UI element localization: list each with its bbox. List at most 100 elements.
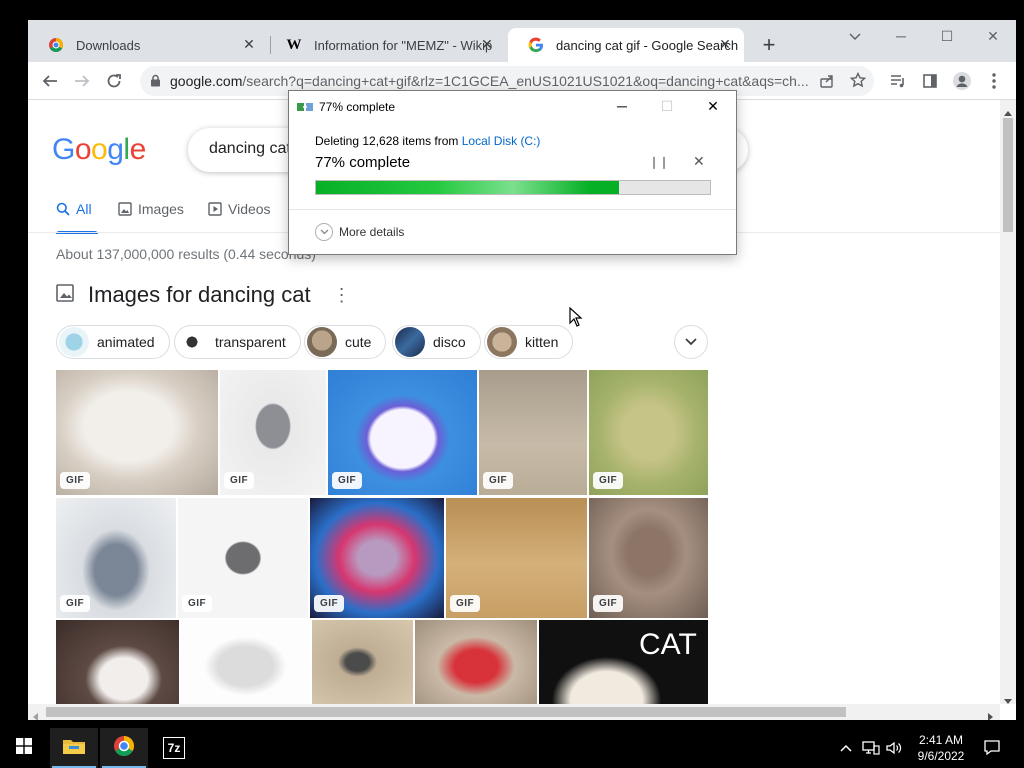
forward-button[interactable] — [68, 67, 96, 95]
url-path: /search?q=dancing+cat+gif&rlz=1C1GCEA_en… — [242, 73, 809, 89]
chip-animated[interactable]: animated — [56, 325, 170, 359]
scroll-down-arrow-icon[interactable] — [1004, 692, 1012, 710]
vertical-scrollbar[interactable] — [1000, 100, 1016, 704]
dialog-title-bar[interactable]: 77% complete ─ ☐ ✕ — [289, 91, 736, 121]
new-tab-button[interactable]: + — [758, 34, 780, 56]
tab-search-icon[interactable] — [840, 26, 870, 46]
7zip-icon: 7z — [163, 737, 185, 759]
image-result[interactable]: GIF — [479, 370, 587, 495]
volume-icon[interactable] — [884, 728, 904, 768]
chip-thumbnail — [307, 327, 337, 357]
image-result[interactable] — [312, 620, 413, 704]
image-result[interactable] — [56, 620, 179, 704]
share-icon[interactable] — [819, 73, 835, 94]
maximize-button[interactable]: ☐ — [932, 26, 962, 46]
taskbar-7zip[interactable]: 7z — [150, 728, 198, 768]
chip-disco[interactable]: disco — [392, 325, 481, 359]
mouse-cursor-icon — [569, 306, 583, 332]
chip-thumbnail — [177, 327, 207, 357]
more-menu-icon[interactable] — [980, 67, 1008, 95]
gif-badge: GIF — [332, 472, 363, 489]
cat-caption: CAT — [639, 628, 697, 661]
close-window-button[interactable]: ✕ — [978, 26, 1008, 46]
image-result[interactable]: GIF — [446, 498, 587, 618]
bookmark-star-icon[interactable] — [849, 71, 867, 93]
gif-badge: GIF — [182, 595, 213, 612]
image-result[interactable]: GIF — [310, 498, 444, 618]
scroll-right-arrow-icon[interactable] — [988, 708, 994, 720]
taskbar-chrome[interactable] — [100, 728, 148, 768]
dialog-title: 77% complete — [319, 100, 396, 114]
chrome-downloads-icon — [48, 37, 64, 53]
close-icon[interactable]: ✕ — [240, 35, 258, 53]
horizontal-scrollbar[interactable] — [28, 704, 1000, 720]
back-button[interactable] — [36, 67, 64, 95]
source-drive-link[interactable]: Local Disk (C:) — [462, 134, 541, 148]
expand-chips-button[interactable] — [674, 325, 708, 359]
more-options-icon[interactable]: ⋮ — [333, 285, 351, 306]
google-logo[interactable]: Google — [52, 133, 146, 167]
logo-letter: G — [52, 133, 75, 166]
file-explorer-icon — [63, 737, 85, 760]
tab-label: Images — [138, 201, 184, 217]
chip-label: transparent — [215, 334, 286, 350]
tab-images[interactable]: Images — [118, 201, 184, 217]
chip-transparent[interactable]: transparent — [174, 325, 301, 359]
close-icon[interactable]: ✕ — [478, 35, 496, 53]
notification-center-icon[interactable] — [980, 728, 1004, 768]
image-result[interactable] — [415, 620, 537, 704]
gif-badge: GIF — [60, 595, 91, 612]
scrollbar-thumb[interactable] — [46, 707, 846, 717]
url-text: google.com/search?q=dancing+cat+gif&rlz=… — [170, 73, 810, 89]
system-clock[interactable]: 2:41 AM 9/6/2022 — [906, 732, 976, 764]
more-details-button[interactable]: More details — [315, 223, 404, 241]
image-icon — [56, 283, 74, 307]
show-hidden-icons-icon[interactable] — [838, 728, 854, 768]
clock-time: 2:41 AM — [918, 733, 964, 747]
tab-videos[interactable]: Videos — [208, 201, 271, 217]
close-icon[interactable]: ✕ — [702, 97, 724, 115]
network-icon[interactable] — [860, 728, 882, 768]
gif-badge: GIF — [314, 595, 345, 612]
tab-all[interactable]: All — [56, 201, 92, 217]
scrollbar-thumb[interactable] — [1003, 118, 1013, 232]
close-icon[interactable]: ✕ — [716, 35, 734, 53]
chip-cute[interactable]: cute — [304, 325, 387, 359]
tab-google-search[interactable]: dancing cat gif - Google Search ✕ — [508, 28, 744, 62]
chip-kitten[interactable]: kitten — [484, 325, 574, 359]
tab-label: Videos — [228, 201, 271, 217]
tab-downloads[interactable]: Downloads ✕ — [28, 28, 268, 62]
image-result[interactable]: GIF — [56, 370, 218, 495]
cancel-icon[interactable]: ✕ — [693, 153, 705, 170]
image-result[interactable]: GIF — [589, 498, 708, 618]
minimize-button[interactable]: ─ — [611, 97, 633, 115]
images-section-heading: Images for dancing cat ⋮ — [56, 282, 351, 308]
image-result[interactable]: GIF — [56, 498, 176, 618]
tab-wikipedia[interactable]: W Information for "MEMZ" - Wikip ✕ — [266, 28, 506, 62]
scroll-left-arrow-icon[interactable] — [32, 708, 38, 720]
image-result[interactable]: GIF — [328, 370, 477, 495]
tab-strip: Downloads ✕ W Information for "MEMZ" - W… — [28, 20, 1016, 62]
profile-avatar-icon[interactable] — [948, 67, 976, 95]
reload-button[interactable] — [100, 67, 128, 95]
search-query: dancing cat — [209, 140, 291, 157]
media-control-icon[interactable] — [884, 67, 912, 95]
image-icon — [118, 202, 132, 216]
lock-icon[interactable] — [150, 74, 161, 92]
progress-text: 77% complete — [315, 154, 411, 171]
gif-badge: GIF — [483, 472, 514, 489]
taskbar-file-explorer[interactable] — [50, 728, 98, 768]
image-result[interactable] — [181, 620, 310, 704]
progress-fill — [316, 181, 620, 194]
operation-text: Deleting 12,628 items from — [315, 134, 462, 148]
side-panel-icon[interactable] — [916, 67, 944, 95]
image-result[interactable]: GIF — [178, 498, 308, 618]
minimize-button[interactable]: ─ — [886, 26, 916, 46]
image-results-grid: GIF GIF GIF GIF GIF GIF GIF GIF GIF GIF … — [56, 370, 708, 704]
image-result[interactable]: GIF — [220, 370, 326, 495]
start-button[interactable] — [0, 728, 48, 768]
image-result[interactable]: CAT — [539, 620, 708, 704]
image-result[interactable]: GIF — [589, 370, 708, 495]
pause-icon[interactable]: ❙❙ — [649, 155, 669, 169]
logo-letter: o — [91, 133, 108, 166]
